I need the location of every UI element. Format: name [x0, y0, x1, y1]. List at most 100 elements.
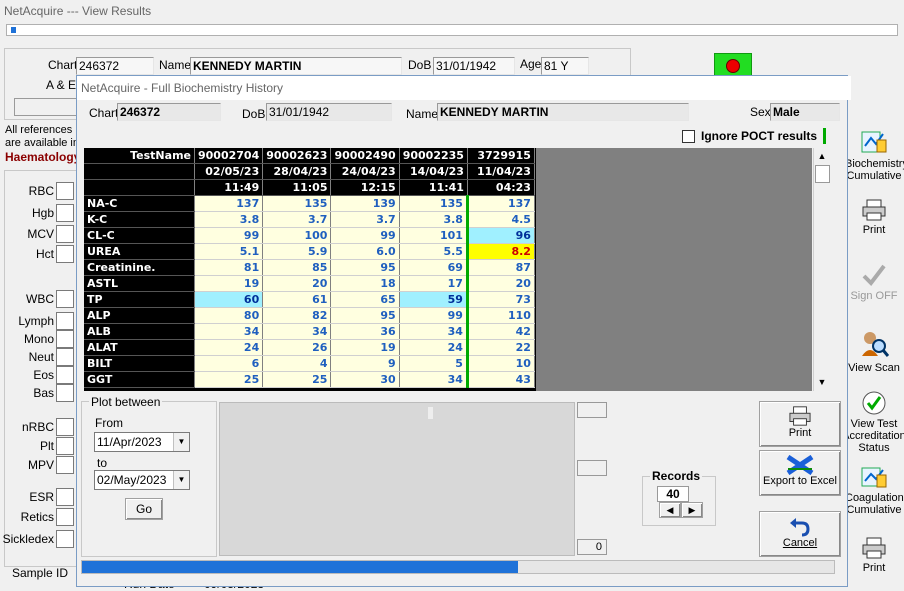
result-cell[interactable]: 10	[465, 355, 535, 372]
grid-column-date[interactable]: 28/04/23	[262, 163, 332, 180]
result-cell[interactable]: 30	[330, 371, 400, 388]
result-cell[interactable]: 96	[465, 227, 535, 244]
chevron-down-icon[interactable]: ▼	[173, 471, 189, 489]
scroll-thumb[interactable]	[815, 165, 830, 183]
coagulation-cumulative-button[interactable]: Coagulation Cumulative	[845, 466, 904, 516]
result-cell[interactable]: 3.7	[330, 211, 400, 228]
table-row[interactable]: TP 60 61 65 59 73	[84, 291, 535, 308]
grid-column-date[interactable]: 24/04/23	[330, 163, 400, 180]
result-cell[interactable]: 26	[262, 339, 332, 356]
sign-off-button[interactable]: Sign OFF	[845, 262, 903, 302]
table-row[interactable]: GGT 25 25 30 34 43	[84, 371, 535, 388]
ignore-poct-checkbox[interactable]	[682, 130, 695, 143]
result-cell[interactable]: 3.8	[194, 211, 264, 228]
biochemistry-cumulative-button[interactable]: Biochemistry Cumulative	[845, 130, 904, 182]
result-cell[interactable]: 95	[330, 307, 400, 324]
result-cell[interactable]: 100	[262, 227, 332, 244]
result-cell[interactable]: 34	[262, 323, 332, 340]
results-grid[interactable]: TestName 90002704 90002623 90002490 90002235…	[84, 148, 536, 391]
from-date-select[interactable]: 11/Apr/2023 ▼	[94, 432, 190, 452]
result-cell[interactable]: 9	[330, 355, 400, 372]
result-cell[interactable]: 24	[194, 339, 264, 356]
result-cell[interactable]: 42	[465, 323, 535, 340]
grid-column-time[interactable]: 12:15	[330, 179, 400, 196]
grid-column-date[interactable]: 14/04/23	[399, 163, 468, 180]
result-cell[interactable]: 17	[399, 275, 468, 292]
grid-column-sample[interactable]: 90002490	[330, 148, 400, 164]
result-cell[interactable]: 20	[465, 275, 535, 292]
result-cell[interactable]: 59	[399, 291, 468, 308]
result-cell[interactable]: 69	[399, 259, 468, 276]
grid-vertical-scrollbar[interactable]: ▲ ▼	[813, 148, 830, 391]
table-row[interactable]: ALB 34 34 36 34 42	[84, 323, 535, 340]
result-cell[interactable]: 80	[194, 307, 264, 324]
result-cell[interactable]: 24	[399, 339, 468, 356]
dialog-print-button[interactable]: Print	[759, 401, 841, 447]
result-cell[interactable]: 22	[465, 339, 535, 356]
records-increase-button[interactable]: ▶	[681, 502, 703, 518]
view-test-accreditation-button[interactable]: View Test Accreditation Status	[841, 390, 904, 454]
result-cell[interactable]: 3.7	[262, 211, 332, 228]
result-cell[interactable]: 8.2	[465, 243, 535, 260]
result-cell[interactable]: 85	[262, 259, 332, 276]
table-row[interactable]: ALAT 24 26 19 24 22	[84, 339, 535, 356]
result-cell[interactable]: 60	[194, 291, 264, 308]
scroll-up-arrow[interactable]: ▲	[814, 148, 830, 164]
result-cell[interactable]: 137	[194, 195, 264, 212]
table-row[interactable]: NA-C 137 135 139 135 137	[84, 195, 535, 212]
scroll-down-arrow[interactable]: ▼	[814, 374, 830, 390]
to-date-select[interactable]: 02/May/2023 ▼	[94, 470, 190, 490]
table-row[interactable]: ALP 80 82 95 99 110	[84, 307, 535, 324]
result-cell[interactable]: 19	[194, 275, 264, 292]
export-to-excel-button[interactable]: Export to Excel	[759, 450, 841, 496]
result-cell[interactable]: 73	[465, 291, 535, 308]
table-row[interactable]: UREA 5.1 5.9 6.0 5.5 8.2	[84, 243, 535, 260]
result-cell[interactable]: 6.0	[330, 243, 400, 260]
print-button-bottom[interactable]: Print	[845, 536, 903, 574]
result-cell[interactable]: 5.9	[262, 243, 332, 260]
result-cell[interactable]: 36	[330, 323, 400, 340]
grid-column-sample[interactable]: 3729915	[467, 148, 535, 164]
grid-column-sample[interactable]: 90002235	[399, 148, 468, 164]
result-cell[interactable]: 34	[399, 323, 468, 340]
result-cell[interactable]: 99	[399, 307, 468, 324]
result-cell[interactable]: 81	[194, 259, 264, 276]
print-button-top[interactable]: Print	[845, 198, 903, 236]
result-cell[interactable]: 34	[399, 371, 468, 388]
result-cell[interactable]: 95	[330, 259, 400, 276]
table-row[interactable]: BILT 6 4 9 5 10	[84, 355, 535, 372]
result-cell[interactable]: 34	[194, 323, 264, 340]
result-cell[interactable]: 25	[194, 371, 264, 388]
result-cell[interactable]: 99	[194, 227, 264, 244]
result-cell[interactable]: 3.8	[399, 211, 468, 228]
result-cell[interactable]: 5.5	[399, 243, 468, 260]
result-cell[interactable]: 65	[330, 291, 400, 308]
grid-column-sample[interactable]: 90002623	[262, 148, 332, 164]
result-cell[interactable]: 82	[262, 307, 332, 324]
result-cell[interactable]: 5	[399, 355, 468, 372]
result-cell[interactable]: 19	[330, 339, 400, 356]
result-cell[interactable]: 4	[262, 355, 332, 372]
result-cell[interactable]: 4.5	[465, 211, 535, 228]
result-cell[interactable]: 25	[262, 371, 332, 388]
grid-column-date[interactable]: 02/05/23	[194, 163, 264, 180]
view-scan-button[interactable]: View Scan	[845, 330, 903, 374]
grid-column-time[interactable]: 11:05	[262, 179, 332, 196]
result-cell[interactable]: 99	[330, 227, 400, 244]
result-cell[interactable]: 43	[465, 371, 535, 388]
result-cell[interactable]: 101	[399, 227, 468, 244]
result-cell[interactable]: 20	[262, 275, 332, 292]
go-button[interactable]: Go	[125, 498, 163, 520]
grid-column-date[interactable]: 11/04/23	[467, 163, 535, 180]
result-cell[interactable]: 135	[399, 195, 468, 212]
grid-column-sample[interactable]: 90002704	[194, 148, 264, 164]
result-cell[interactable]: 87	[465, 259, 535, 276]
grid-column-time[interactable]: 11:49	[194, 179, 264, 196]
result-cell[interactable]: 5.1	[194, 243, 264, 260]
result-cell[interactable]: 18	[330, 275, 400, 292]
result-cell[interactable]: 110	[465, 307, 535, 324]
table-row[interactable]: K-C 3.8 3.7 3.7 3.8 4.5	[84, 211, 535, 228]
result-cell[interactable]: 61	[262, 291, 332, 308]
result-cell[interactable]: 135	[262, 195, 332, 212]
grid-column-time[interactable]: 11:41	[399, 179, 468, 196]
